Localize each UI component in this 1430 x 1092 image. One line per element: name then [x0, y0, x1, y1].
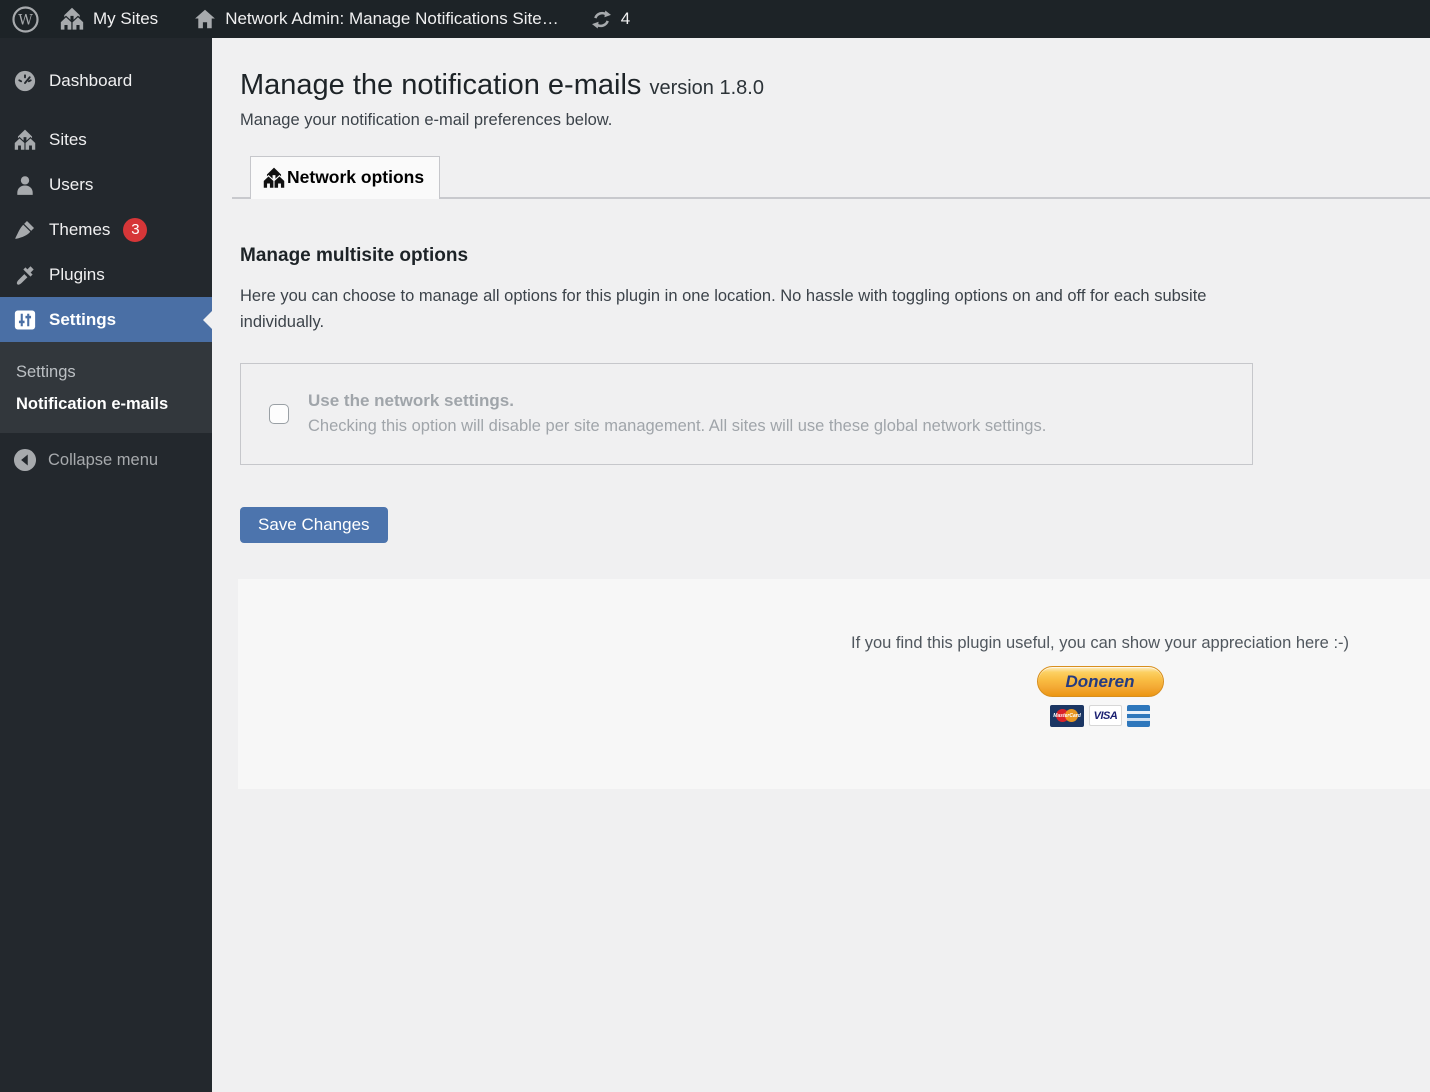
network-settings-checkbox[interactable]: [269, 404, 289, 424]
site-name-menu[interactable]: Network Admin: Manage Notifications Site…: [183, 0, 570, 38]
admin-sidebar: Dashboard Sites Users Themes 3 Plugins S…: [0, 38, 212, 1092]
wordpress-logo-menu[interactable]: [0, 0, 49, 38]
menu-separator: [0, 103, 212, 117]
admin-bar: My Sites Network Admin: Manage Notificat…: [0, 0, 1430, 38]
sidebar-item-label: Settings: [49, 310, 116, 330]
option-text-block: Use the network settings. Checking this …: [308, 391, 1046, 436]
my-sites-label: My Sites: [93, 9, 158, 29]
site-title: Network Admin: Manage Notifications Site…: [225, 9, 559, 29]
donation-column: If you find this plugin useful, you can …: [790, 579, 1410, 727]
submenu-item-label: Notification e-mails: [16, 395, 168, 414]
home-icon: [194, 8, 216, 30]
sites-icon: [14, 129, 36, 151]
payment-cards-row: MasterCard VISA: [790, 705, 1410, 727]
submenu-item-notification-emails[interactable]: Notification e-mails: [0, 388, 212, 420]
page-subtitle: Manage your notification e-mail preferen…: [240, 111, 1430, 130]
page-title-text: Manage the notification e-mails: [240, 69, 641, 101]
mastercard-icon: MasterCard: [1050, 705, 1084, 727]
save-changes-button[interactable]: Save Changes: [240, 507, 388, 543]
plugin-version: version 1.8.0: [649, 77, 764, 99]
paypal-donate-button[interactable]: Doneren: [1037, 666, 1164, 697]
american-express-icon: [1127, 705, 1150, 727]
users-icon: [14, 174, 36, 196]
section-description: Here you can choose to manage all option…: [240, 283, 1245, 335]
wordpress-logo-icon: [12, 6, 39, 33]
collapse-menu-button[interactable]: Collapse menu: [0, 443, 212, 477]
network-settings-option-box: Use the network settings. Checking this …: [240, 363, 1253, 465]
themes-update-badge: 3: [123, 218, 147, 242]
settings-icon: [14, 309, 36, 331]
submenu-item-label: Settings: [16, 363, 76, 382]
section-heading: Manage multisite options: [240, 245, 1430, 267]
settings-submenu: Settings Notification e-mails: [0, 342, 212, 433]
sidebar-item-label: Sites: [49, 130, 87, 150]
dashboard-icon: [14, 70, 36, 92]
option-label: Use the network settings.: [308, 391, 1046, 411]
collapse-arrow-icon: [13, 448, 37, 472]
plugins-icon: [14, 264, 36, 286]
multisite-icon: [60, 7, 84, 31]
my-sites-menu[interactable]: My Sites: [49, 0, 169, 38]
updates-menu[interactable]: 4: [580, 0, 641, 38]
themes-icon: [14, 219, 36, 241]
sidebar-item-label: Users: [49, 175, 93, 195]
tab-label: Network options: [287, 167, 424, 188]
sidebar-item-plugins[interactable]: Plugins: [0, 252, 212, 297]
update-count: 4: [621, 9, 630, 29]
option-description: Checking this option will disable per si…: [308, 417, 1046, 436]
visa-icon: VISA: [1089, 705, 1122, 726]
sidebar-item-sites[interactable]: Sites: [0, 117, 212, 162]
page-title: Manage the notification e-mails version …: [240, 68, 1430, 103]
donation-section: If you find this plugin useful, you can …: [238, 579, 1430, 789]
main-content: Manage the notification e-mails version …: [212, 38, 1430, 1092]
sidebar-item-dashboard[interactable]: Dashboard: [0, 58, 212, 103]
donation-message: If you find this plugin useful, you can …: [790, 634, 1410, 653]
sidebar-item-label: Themes: [49, 220, 110, 240]
tab-bar: Network options: [232, 156, 1430, 199]
submenu-item-settings[interactable]: Settings: [0, 356, 212, 388]
sidebar-item-settings[interactable]: Settings: [0, 297, 212, 342]
sidebar-item-users[interactable]: Users: [0, 162, 212, 207]
tab-network-options[interactable]: Network options: [250, 156, 440, 199]
sidebar-item-label: Dashboard: [49, 71, 132, 91]
multisite-icon: [263, 167, 285, 189]
sidebar-item-themes[interactable]: Themes 3: [0, 207, 212, 252]
sidebar-item-label: Plugins: [49, 265, 105, 285]
collapse-menu-label: Collapse menu: [48, 451, 158, 470]
update-icon: [591, 9, 612, 30]
